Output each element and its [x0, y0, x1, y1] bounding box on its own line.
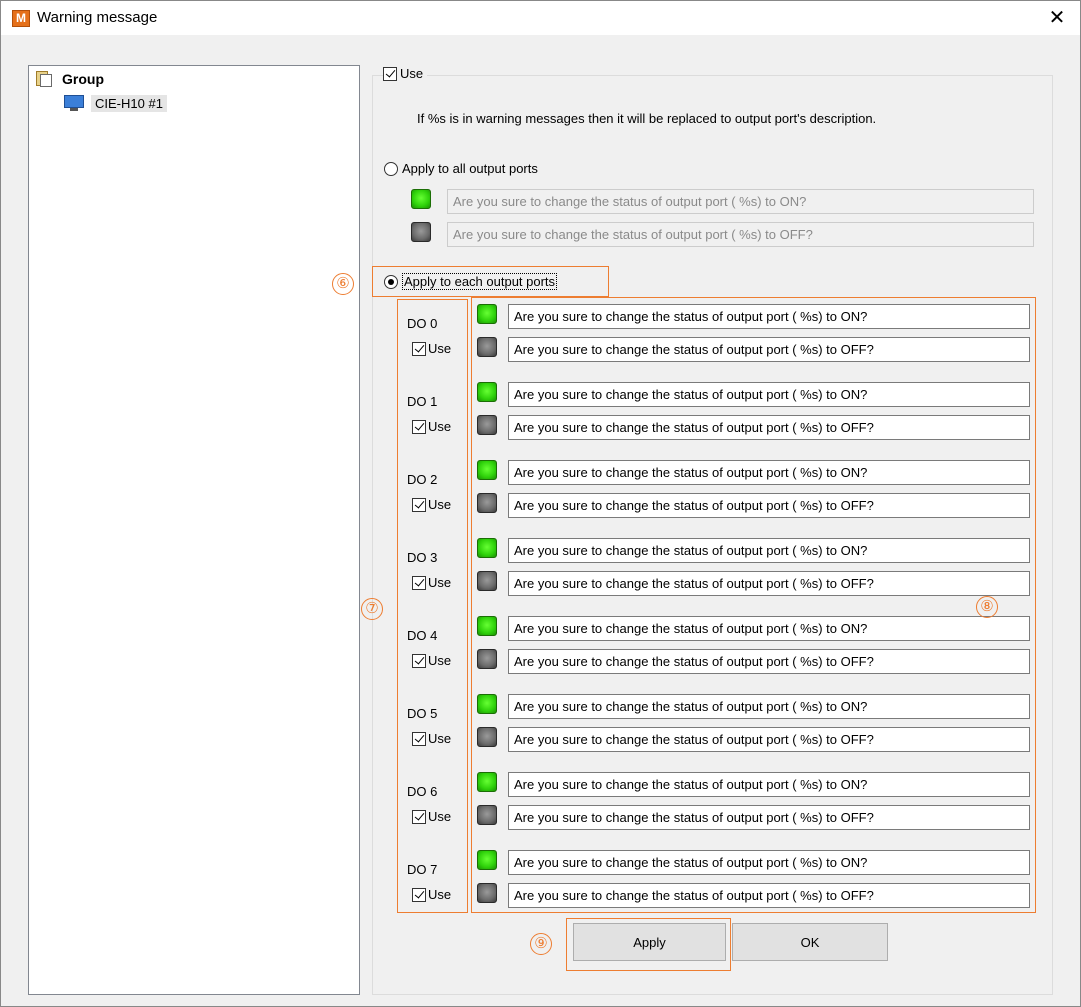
tree-device-label: CIE-H10 #1: [91, 94, 167, 112]
port-off-message-field[interactable]: [508, 727, 1030, 752]
port-use-checkbox[interactable]: Use: [412, 419, 451, 434]
radio-selected-icon: [384, 274, 398, 289]
port-on-message-field[interactable]: [508, 304, 1030, 329]
port-off-message-field[interactable]: [508, 883, 1030, 908]
apply-all-radio[interactable]: Apply to all output ports: [384, 161, 538, 176]
port-off-message-field[interactable]: [508, 415, 1030, 440]
ok-button[interactable]: OK: [732, 923, 888, 961]
port-off-message-field[interactable]: [508, 337, 1030, 362]
port-on-message-field[interactable]: [508, 850, 1030, 875]
port-label: DO 1: [407, 394, 438, 409]
device-tree[interactable]: Group CIE-H10 #1: [28, 65, 360, 995]
checkbox-checked-icon: [412, 497, 426, 512]
green-led-icon: [477, 850, 497, 870]
green-led-icon: [477, 460, 497, 480]
port-use-checkbox[interactable]: Use: [412, 341, 451, 356]
window-title: Warning message: [37, 9, 158, 26]
port-use-checkbox[interactable]: Use: [412, 731, 451, 746]
port-on-message-field[interactable]: [508, 616, 1030, 641]
checkbox-checked-icon: [412, 887, 426, 902]
green-led-icon: [477, 772, 497, 792]
warning-message-dialog: M Warning message ✕ Group CIE-H10 #1 Use…: [0, 0, 1081, 1007]
port-label: DO 2: [407, 472, 438, 487]
all-off-message-field[interactable]: [447, 222, 1034, 247]
port-use-checkbox[interactable]: Use: [412, 887, 451, 902]
port-on-message-field[interactable]: [508, 694, 1030, 719]
annotation-badge-9: ⑨: [530, 933, 552, 955]
apply-each-radio[interactable]: Apply to each output ports: [384, 273, 558, 290]
gray-led-icon: [477, 649, 497, 669]
port-use-label: Use: [428, 497, 452, 512]
port-off-message-field[interactable]: [508, 571, 1030, 596]
radio-unselected-icon: [384, 161, 398, 176]
gray-led-icon: [411, 222, 431, 242]
gray-led-icon: [477, 415, 497, 435]
app-icon: M: [12, 10, 30, 27]
apply-button[interactable]: Apply: [573, 923, 726, 961]
checkbox-checked-icon: [412, 575, 426, 590]
green-led-icon: [477, 538, 497, 558]
monitor-icon: [64, 94, 84, 112]
port-use-label: Use: [428, 809, 452, 824]
green-led-icon: [411, 189, 431, 209]
apply-each-label: Apply to each output ports: [402, 273, 558, 290]
green-led-icon: [477, 304, 497, 324]
port-label: DO 4: [407, 628, 438, 643]
port-use-label: Use: [428, 575, 452, 590]
gray-led-icon: [477, 883, 497, 903]
port-label: DO 0: [407, 316, 438, 331]
tree-item-group[interactable]: Group: [35, 70, 104, 88]
checkbox-checked-icon: [383, 66, 397, 81]
info-text: If %s is in warning messages then it wil…: [417, 111, 877, 126]
port-use-label: Use: [428, 341, 452, 356]
port-use-label: Use: [428, 419, 452, 434]
tree-item-device[interactable]: CIE-H10 #1: [64, 94, 167, 112]
close-button[interactable]: ✕: [1034, 1, 1080, 35]
checkbox-checked-icon: [412, 341, 426, 356]
clipboard-icon: [35, 70, 53, 88]
gray-led-icon: [477, 571, 497, 591]
port-label: DO 7: [407, 862, 438, 877]
port-use-label: Use: [428, 653, 452, 668]
gray-led-icon: [477, 337, 497, 357]
green-led-icon: [477, 694, 497, 714]
port-use-label: Use: [428, 887, 452, 902]
checkbox-checked-icon: [412, 419, 426, 434]
title-bar: M Warning message ✕: [1, 1, 1080, 35]
port-on-message-field[interactable]: [508, 460, 1030, 485]
annotation-badge-7: ⑦: [361, 598, 383, 620]
green-led-icon: [477, 616, 497, 636]
port-use-checkbox[interactable]: Use: [412, 653, 451, 668]
gray-led-icon: [477, 727, 497, 747]
port-off-message-field[interactable]: [508, 649, 1030, 674]
port-on-message-field[interactable]: [508, 382, 1030, 407]
annotation-badge-6: ⑥: [332, 273, 354, 295]
port-label: DO 5: [407, 706, 438, 721]
checkbox-checked-icon: [412, 653, 426, 668]
use-checkbox[interactable]: Use: [383, 66, 428, 81]
gray-led-icon: [477, 805, 497, 825]
port-label: DO 3: [407, 550, 438, 565]
green-led-icon: [477, 382, 497, 402]
port-off-message-field[interactable]: [508, 493, 1030, 518]
port-label: DO 6: [407, 784, 438, 799]
use-checkbox-label: Use: [400, 66, 424, 81]
port-use-label: Use: [428, 731, 452, 746]
checkbox-checked-icon: [412, 809, 426, 824]
all-on-message-field[interactable]: [447, 189, 1034, 214]
gray-led-icon: [477, 493, 497, 513]
port-on-message-field[interactable]: [508, 772, 1030, 797]
port-use-checkbox[interactable]: Use: [412, 497, 451, 512]
tree-group-label: Group: [62, 71, 104, 87]
port-on-message-field[interactable]: [508, 538, 1030, 563]
checkbox-checked-icon: [412, 731, 426, 746]
port-off-message-field[interactable]: [508, 805, 1030, 830]
annotation-badge-8: ⑧: [976, 596, 998, 618]
port-use-checkbox[interactable]: Use: [412, 809, 451, 824]
port-use-checkbox[interactable]: Use: [412, 575, 451, 590]
apply-all-label: Apply to all output ports: [402, 161, 538, 176]
